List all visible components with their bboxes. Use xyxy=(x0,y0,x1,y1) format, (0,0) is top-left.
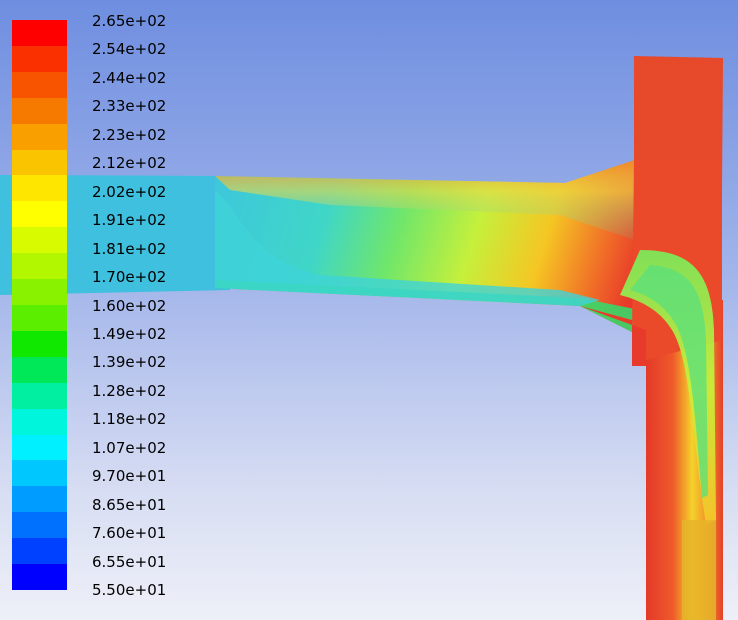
colorbar-swatch xyxy=(12,279,67,305)
colorbar-tick-label: 2.33e+02 xyxy=(92,97,167,116)
colorbar-tick-label: 1.70e+02 xyxy=(92,268,167,287)
colorbar-swatch xyxy=(12,486,67,513)
colorbar-swatch xyxy=(12,538,67,565)
colorbar-swatch xyxy=(12,330,67,357)
colorbar-tick-label: 1.91e+02 xyxy=(92,211,167,230)
colorbar-swatch xyxy=(12,460,67,487)
colorbar-swatch xyxy=(12,564,67,590)
vertical-pipe-lower-right xyxy=(682,520,716,620)
colorbar-tick-label: 8.65e+01 xyxy=(92,495,167,514)
colorbar-tick-label: 7.60e+01 xyxy=(92,524,167,543)
colorbar-tick-label: 1.81e+02 xyxy=(92,239,167,258)
colorbar-tick-label: 2.12e+02 xyxy=(92,154,167,173)
colorbar-swatch xyxy=(12,97,67,124)
colorbar-tick-label: 2.44e+02 xyxy=(92,68,167,87)
colorbar-swatch xyxy=(12,201,67,228)
colorbar-tick-label: 2.65e+02 xyxy=(92,12,167,30)
colorbar-tick-label: 1.18e+02 xyxy=(92,410,167,429)
colorbar-tick-label: 2.02e+02 xyxy=(92,182,167,201)
colorbar-swatch xyxy=(12,149,67,176)
colorbar-swatch xyxy=(12,20,67,46)
colorbar-tick-label: 1.07e+02 xyxy=(92,438,167,457)
colorbar-swatch xyxy=(12,175,67,202)
colorbar-tick-label: 2.54e+02 xyxy=(92,40,167,59)
colorbar-tick-label: 1.39e+02 xyxy=(92,353,167,372)
colorbar-tick-label: 1.49e+02 xyxy=(92,324,167,343)
colorbar-swatch xyxy=(12,227,67,254)
colorbar-swatch xyxy=(12,123,67,150)
colorbar-swatch xyxy=(12,512,67,539)
colorbar-swatch xyxy=(12,71,67,98)
colorbar-swatch xyxy=(12,382,67,409)
colorbar-swatch xyxy=(12,45,67,72)
colorbar-tick-label: 9.70e+01 xyxy=(92,467,167,486)
colorbar-tick-label: 1.60e+02 xyxy=(92,296,167,315)
colorbar-swatch xyxy=(12,253,67,280)
colorbar-tick-label: 6.55e+01 xyxy=(92,552,167,571)
colorbar-swatch xyxy=(12,356,67,383)
colorbar-tick-labels: 2.65e+02 2.54e+02 2.44e+02 2.33e+02 2.23e+02… xyxy=(92,13,202,598)
cfd-viewport: 2.65e+02 2.54e+02 2.44e+02 2.33e+02 2.23e+02… xyxy=(0,0,738,620)
colorbar xyxy=(12,20,67,590)
colorbar-tick-label: 5.50e+01 xyxy=(92,581,167,599)
colorbar-swatch xyxy=(12,408,67,435)
colorbar-swatch xyxy=(12,434,67,461)
colorbar-tick-label: 1.28e+02 xyxy=(92,381,167,400)
colorbar-tick-label: 2.23e+02 xyxy=(92,125,167,144)
colorbar-swatch xyxy=(12,304,67,331)
